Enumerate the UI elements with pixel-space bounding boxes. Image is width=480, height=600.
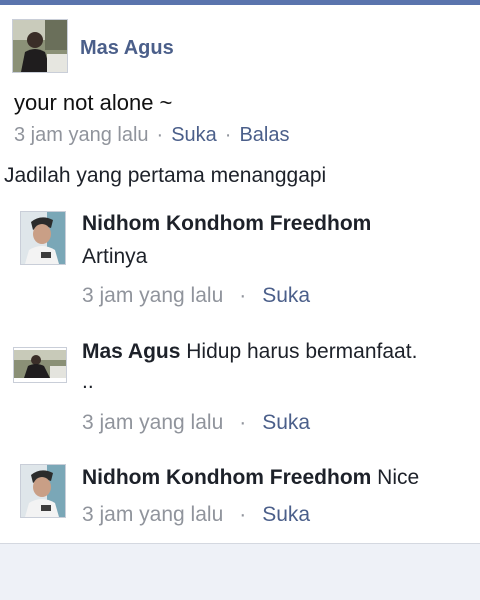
post-like-link[interactable]: Suka (171, 124, 217, 146)
comment-text: Nice (377, 466, 420, 489)
comment-author[interactable]: Nidhom Kondhom Freedhom (82, 212, 371, 235)
post-time: 3 jam yang lalu (14, 124, 149, 146)
comment-text: Hidup harus bermanfaat. (186, 340, 418, 363)
post-meta: 3 jam yang lalu · Suka · Balas (14, 124, 290, 147)
post: Mas Agus your not alone ~ 3 jam yang lal… (0, 5, 480, 153)
replies-header: Jadilah yang pertama menanggapi (0, 152, 480, 198)
comment-author[interactable]: Nidhom Kondhom Freedhom (82, 466, 371, 489)
separator-dot: · (156, 124, 164, 146)
comment-text: Artinya (82, 245, 148, 268)
comment-time: 3 jam yang lalu (82, 411, 224, 434)
separator-dot: · (239, 411, 247, 434)
post-text: your not alone ~ (14, 90, 173, 115)
comment-text-continued: .. (82, 370, 94, 393)
comment-author[interactable]: Mas Agus (82, 340, 180, 363)
replies-header-text: Jadilah yang pertama menanggapi (4, 164, 327, 187)
separator-dot: · (239, 284, 247, 307)
comment-thread: Nidhom Kondhom Freedhom Artinya 3 jam ya… (0, 198, 480, 544)
separator-dot: · (224, 124, 232, 146)
comment-like-link[interactable]: Suka (262, 503, 310, 526)
comment-meta: 3 jam yang lalu · Suka (82, 284, 310, 308)
post-author[interactable]: Mas Agus (80, 37, 174, 60)
comment-time: 3 jam yang lalu (82, 284, 224, 307)
comment-like-link[interactable]: Suka (262, 284, 310, 307)
separator-dot: · (239, 503, 247, 526)
comment-body: Nidhom Kondhom Freedhom Nice (82, 466, 419, 490)
post-reply-link[interactable]: Balas (239, 124, 289, 146)
avatar[interactable] (20, 464, 66, 518)
avatar[interactable] (12, 19, 68, 73)
comment-meta: 3 jam yang lalu · Suka (82, 411, 310, 435)
comment-meta: 3 jam yang lalu · Suka (82, 503, 310, 527)
comment-body: Mas Agus Hidup harus bermanfaat. (82, 340, 417, 364)
avatar[interactable] (13, 347, 67, 383)
comment-time: 3 jam yang lalu (82, 503, 224, 526)
avatar[interactable] (20, 211, 66, 265)
comment-body: Nidhom Kondhom Freedhom (82, 212, 371, 236)
comment-like-link[interactable]: Suka (262, 411, 310, 434)
